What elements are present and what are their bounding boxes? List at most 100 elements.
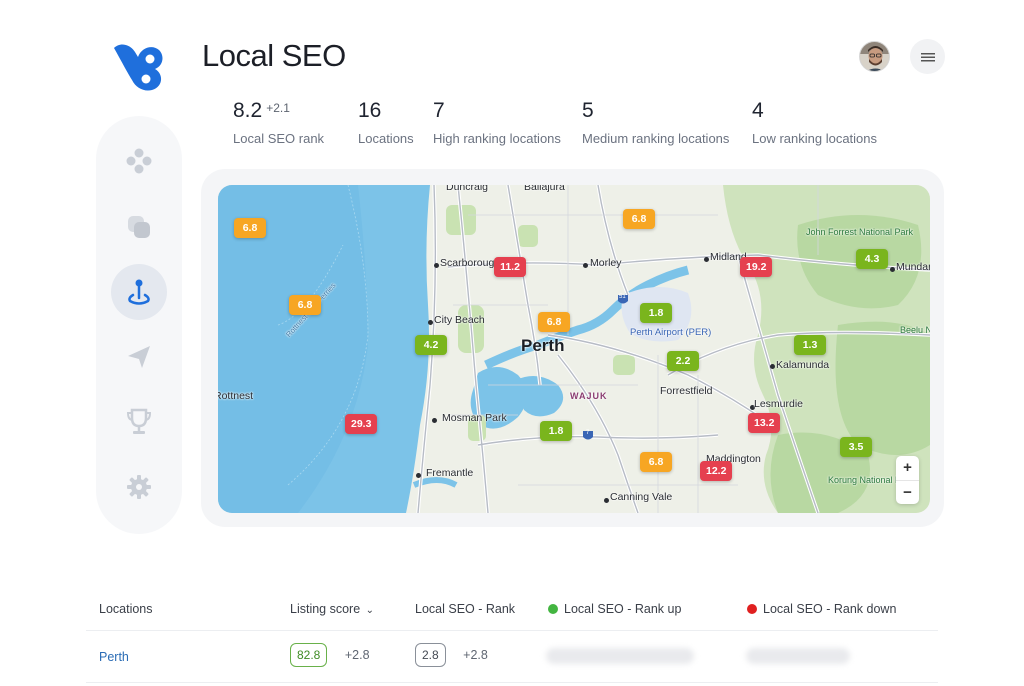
menu-button[interactable] xyxy=(910,39,945,74)
map-dot xyxy=(583,263,588,268)
stat-label: Locations xyxy=(358,131,414,146)
map-marker-medium[interactable]: 6.8 xyxy=(538,312,570,332)
map-dot xyxy=(704,257,709,262)
map-dot xyxy=(434,263,439,268)
map-label: Scarborough xyxy=(440,257,501,269)
stat-local-seo-rank: 8.2 +2.1 Local SEO rank xyxy=(233,99,324,146)
map-label: WAJUK xyxy=(570,391,608,401)
stat-value: 5 xyxy=(582,99,594,122)
rank-delta: +2.8 xyxy=(463,648,488,662)
stat-value: 4 xyxy=(752,99,764,122)
map-marker-low[interactable]: 29.3 xyxy=(345,414,378,434)
sidebar-item-layers[interactable] xyxy=(111,199,167,255)
map-label-perth: Perth xyxy=(521,336,565,355)
map-label: Duncraig xyxy=(446,185,489,193)
map-dot xyxy=(428,320,433,325)
stat-locations: 16 Locations xyxy=(358,99,414,146)
column-header-label: Local SEO - Rank up xyxy=(564,602,682,616)
stat-low-ranking: 4 Low ranking locations xyxy=(752,99,877,146)
stat-label: Local SEO rank xyxy=(233,131,325,146)
route-number: 7 xyxy=(586,430,590,436)
rank-pill: 2.8 xyxy=(415,643,446,667)
stat-medium-ranking: 5 Medium ranking locations xyxy=(582,99,729,146)
map-label: Forrestfield xyxy=(660,385,713,397)
location-link[interactable]: Perth xyxy=(99,650,129,664)
green-dot-icon xyxy=(548,604,558,614)
zoom-in-button[interactable]: + xyxy=(896,456,919,480)
stat-label: Low ranking locations xyxy=(752,131,878,146)
stat-label: Medium ranking locations xyxy=(582,131,730,146)
zoom-out-button[interactable]: − xyxy=(896,480,919,504)
brand-logo xyxy=(114,44,163,91)
map-marker-medium[interactable]: 6.8 xyxy=(289,295,321,315)
sort-chevron-icon: ⌄ xyxy=(365,605,375,616)
park-label: John Forrest National Park xyxy=(806,227,914,237)
trophy-icon xyxy=(126,408,152,434)
map-marker-medium[interactable]: 6.8 xyxy=(623,209,655,229)
map-marker-high[interactable]: 4.3 xyxy=(856,249,888,269)
stat-delta: +2.1 xyxy=(266,101,290,115)
table-divider xyxy=(86,630,938,631)
column-header-listing-score[interactable]: Listing score ⌄ xyxy=(290,602,374,616)
layers-icon xyxy=(128,216,150,238)
park-label: Korung National Park xyxy=(828,475,914,485)
rank-cell: 2.8 +2.8 xyxy=(415,643,488,667)
column-header-rank-up[interactable]: Local SEO - Rank up xyxy=(548,602,681,616)
map-label: Rottnest xyxy=(218,390,254,402)
map-label: Ballajura xyxy=(524,185,565,193)
settings-icon xyxy=(127,475,151,499)
map[interactable]: Duncraig Ballajura Scarborough Morley Mi… xyxy=(218,185,930,513)
map-marker-high[interactable]: 1.8 xyxy=(540,421,572,441)
map-marker-high[interactable]: 3.5 xyxy=(840,437,872,457)
sidebar-item-trophy[interactable] xyxy=(111,394,167,450)
listing-score-cell: 82.8 +2.8 xyxy=(290,643,370,667)
map-dot xyxy=(416,473,421,478)
blurred-rank-up-value xyxy=(546,648,694,664)
map-marker-high[interactable]: 1.3 xyxy=(794,335,826,355)
column-header-rank-down[interactable]: Local SEO - Rank down xyxy=(747,602,896,616)
map-label-airport: Perth Airport (PER) xyxy=(630,327,712,338)
red-dot-icon xyxy=(747,604,757,614)
map-marker-high[interactable]: 4.2 xyxy=(415,335,447,355)
map-marker-low[interactable]: 19.2 xyxy=(740,257,773,277)
listing-score-delta: +2.8 xyxy=(344,648,370,662)
map-pin-icon xyxy=(128,279,150,305)
map-marker-low[interactable]: 12.2 xyxy=(700,461,733,481)
map-marker-low[interactable]: 11.2 xyxy=(494,257,526,277)
map-marker-low[interactable]: 13.2 xyxy=(748,413,781,433)
sidebar xyxy=(96,116,182,534)
sidebar-item-send[interactable] xyxy=(111,329,167,385)
map-marker-high[interactable]: 2.2 xyxy=(667,351,699,371)
sidebar-item-settings[interactable] xyxy=(111,459,167,515)
map-label: Canning Vale xyxy=(610,491,673,503)
column-header-local-seo-rank[interactable]: Local SEO - Rank xyxy=(415,602,515,616)
sidebar-item-dashboard[interactable] xyxy=(111,133,167,189)
map-marker-medium[interactable]: 6.8 xyxy=(234,218,266,238)
map-dot xyxy=(890,267,895,272)
sidebar-item-map[interactable] xyxy=(111,264,167,320)
map-label: City Beach xyxy=(434,314,485,326)
avatar[interactable] xyxy=(859,41,890,72)
route-number: 51 xyxy=(619,294,626,300)
user-avatar-icon xyxy=(860,42,889,71)
map-marker-high[interactable]: 1.8 xyxy=(640,303,672,323)
map-label: Morley xyxy=(590,257,622,269)
column-header-locations[interactable]: Locations xyxy=(99,602,153,616)
dashboard-icon xyxy=(126,148,152,174)
map-label: Mosman Park xyxy=(442,412,507,424)
page-title: Local SEO xyxy=(202,38,346,73)
park-label: Beelu National Park xyxy=(900,325,930,335)
map-marker-medium[interactable]: 6.8 xyxy=(640,452,672,472)
table-divider xyxy=(86,682,938,683)
map-dot xyxy=(432,418,437,423)
map-dot xyxy=(604,498,609,503)
send-icon xyxy=(128,346,150,368)
map-label: Mundaring xyxy=(896,261,930,273)
hamburger-menu-icon xyxy=(920,52,935,61)
map-dot xyxy=(770,364,775,369)
stat-label: High ranking locations xyxy=(433,131,561,146)
stat-value: 8.2 xyxy=(233,99,263,122)
map-label: Lesmurdie xyxy=(754,398,804,410)
listing-score-pill: 82.8 xyxy=(290,643,328,667)
map-label: Kalamunda xyxy=(776,359,830,371)
